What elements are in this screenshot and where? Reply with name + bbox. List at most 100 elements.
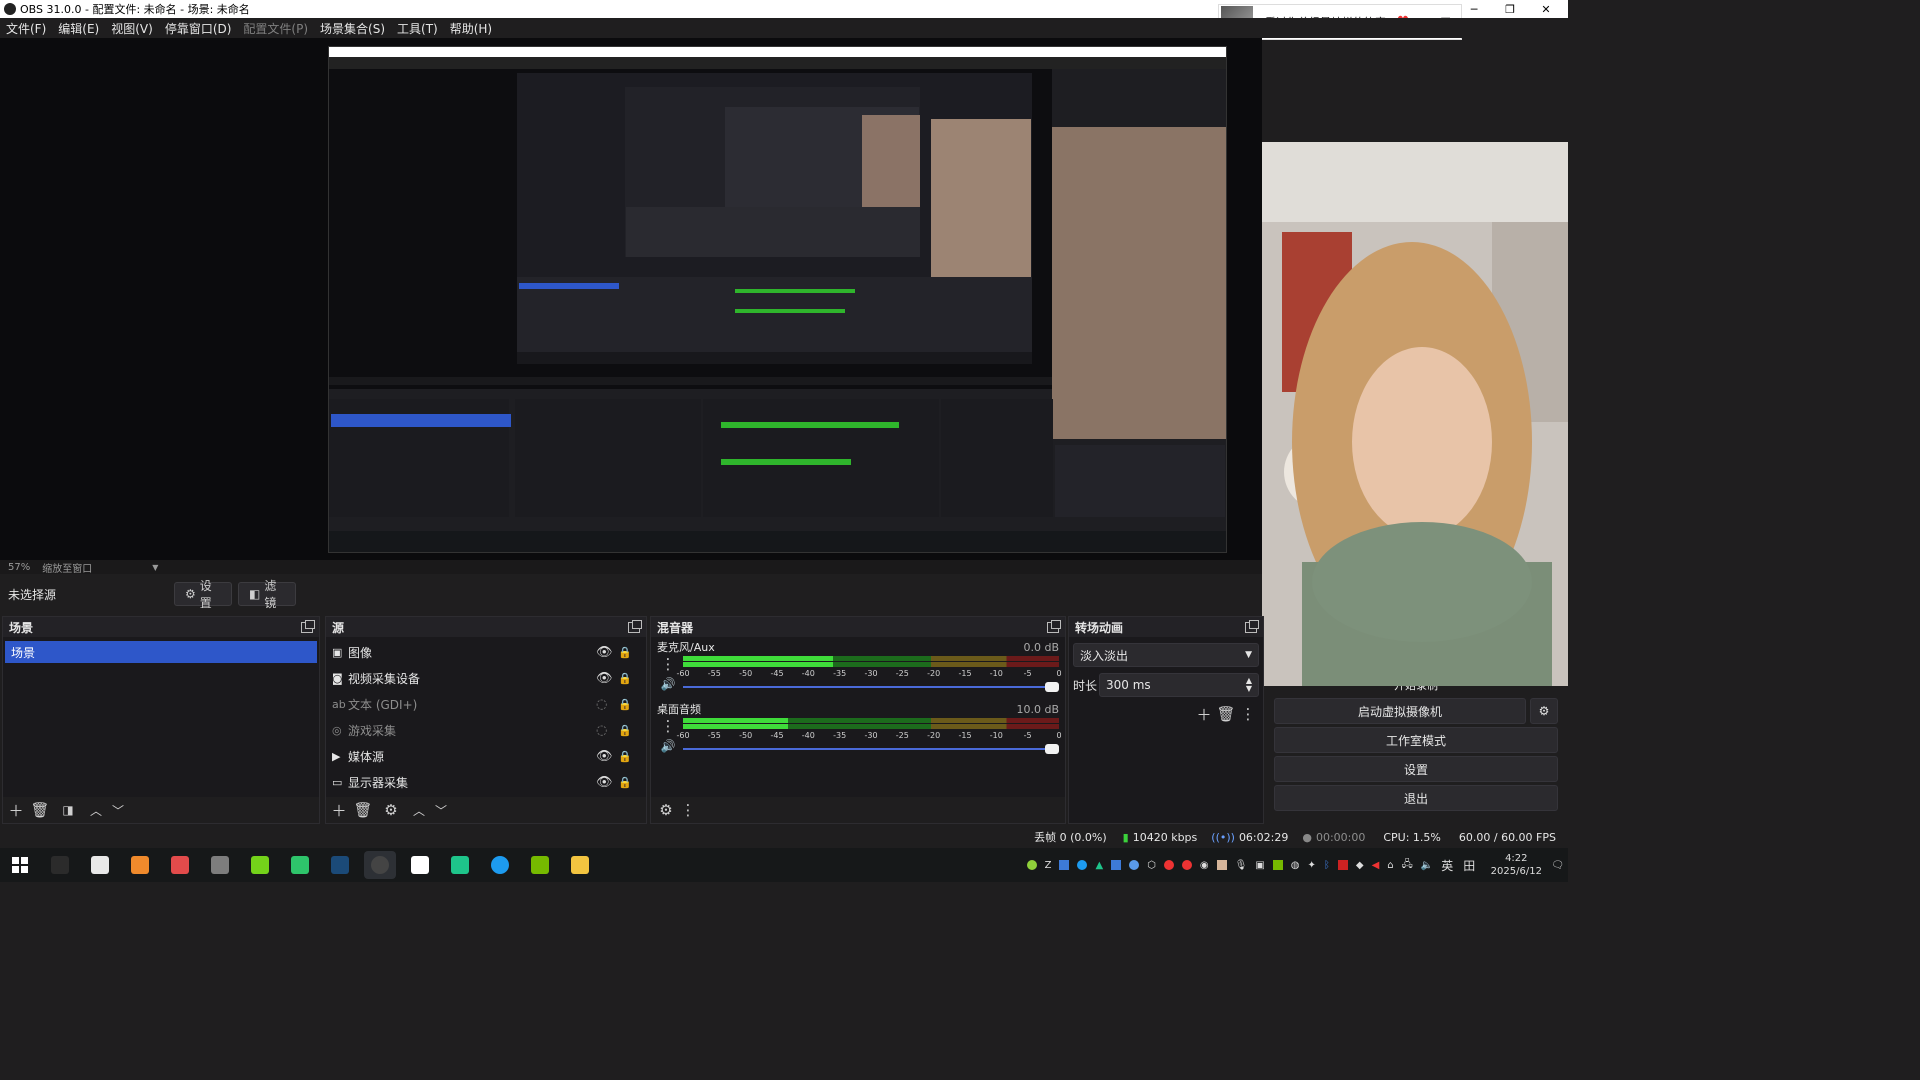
windows-start-icon[interactable] xyxy=(4,851,36,879)
volume-slider[interactable] xyxy=(683,743,1059,755)
qq-icon[interactable] xyxy=(404,851,436,879)
green-tri-icon[interactable] xyxy=(444,851,476,879)
close-button[interactable]: ✕ xyxy=(1528,0,1564,18)
tray-app-icon[interactable] xyxy=(1216,860,1227,870)
notifications-icon[interactable]: 🗨 xyxy=(1551,860,1564,871)
popout-icon[interactable] xyxy=(1245,619,1259,633)
source-item[interactable]: ◎ 游戏采集 ◌ 🔒 xyxy=(326,717,646,743)
exit-button[interactable]: 退出 xyxy=(1274,785,1558,811)
tray-app-icon[interactable] xyxy=(1111,860,1122,870)
trash-icon[interactable]: 🗑 xyxy=(29,799,51,821)
lock-icon[interactable]: 🔒 xyxy=(618,724,646,737)
source-item[interactable]: ◙ 视频采集设备 👁 🔒 xyxy=(326,665,646,691)
nvidia-icon[interactable] xyxy=(524,851,556,879)
steam-icon[interactable] xyxy=(324,851,356,879)
ime-indicator[interactable]: 英 xyxy=(1441,857,1453,874)
duration-spinbox[interactable]: 300 ms ▲ ▼ xyxy=(1099,673,1259,697)
menu-edit[interactable]: 编辑(E) xyxy=(58,20,99,37)
chevron-up-icon[interactable]: ︿ xyxy=(408,799,430,821)
popout-icon[interactable] xyxy=(628,619,642,633)
tray-shield-icon[interactable]: ⬡ xyxy=(1147,860,1156,871)
lock-icon[interactable]: 🔒 xyxy=(618,776,646,789)
menu-docks[interactable]: 停靠窗口(D) xyxy=(165,20,232,37)
tray-app-icon[interactable]: ◀ xyxy=(1372,860,1380,871)
tray-obs-icon[interactable]: ◉ xyxy=(1200,860,1209,871)
menu-view[interactable]: 视图(V) xyxy=(111,20,153,37)
eye-icon[interactable]: 👁 xyxy=(596,645,618,660)
chevron-down-icon[interactable]: ﹀ xyxy=(107,799,129,821)
browser-icon[interactable] xyxy=(124,851,156,879)
restore-button[interactable]: ❐ xyxy=(1492,0,1528,18)
menu-tools[interactable]: 工具(T) xyxy=(397,20,438,37)
tray-mic-icon[interactable]: 🎙 xyxy=(1235,860,1248,871)
source-item[interactable]: ▶ 媒体源 👁 🔒 xyxy=(326,743,646,769)
add-icon[interactable]: ＋ xyxy=(1193,703,1215,725)
unlock-icon[interactable]: 🔒 xyxy=(618,750,646,763)
advanced-audio-icon[interactable]: ⚙ xyxy=(655,799,677,821)
unlock-icon[interactable]: 🔒 xyxy=(618,698,646,711)
tray-tri-icon[interactable]: ▲ xyxy=(1095,860,1103,871)
popout-icon[interactable] xyxy=(301,619,315,633)
tray-app-icon[interactable]: ⌂ xyxy=(1387,860,1393,871)
tray-app-icon[interactable] xyxy=(1129,860,1140,870)
transition-select[interactable]: 淡入淡出 ▼ xyxy=(1073,643,1259,667)
spin-arrows-icon[interactable]: ▲ ▼ xyxy=(1246,677,1252,693)
add-icon[interactable]: ＋ xyxy=(328,799,350,821)
tray-nvidia-icon[interactable] xyxy=(1272,860,1283,870)
chat-icon[interactable] xyxy=(484,851,516,879)
transition-menu-icon[interactable]: ⋮ xyxy=(1237,703,1259,725)
volume-slider[interactable] xyxy=(683,681,1059,693)
chevron-down-icon[interactable]: ﹀ xyxy=(430,799,452,821)
unlock-icon[interactable]: 🔒 xyxy=(618,672,646,685)
folder-icon[interactable] xyxy=(564,851,596,879)
source-filters-button[interactable]: ◧ 滤镜 xyxy=(238,579,296,610)
tray-app-icon[interactable] xyxy=(1026,860,1037,870)
eye-off-icon[interactable]: ◌ xyxy=(596,697,618,712)
eye-off-icon[interactable]: ◌ xyxy=(596,723,618,738)
source-item[interactable]: ▣ 图像 👁 🔒 xyxy=(326,639,646,665)
tray-app-icon[interactable] xyxy=(1337,860,1348,870)
trash-icon[interactable]: 🗑 xyxy=(1215,703,1237,725)
volume-icon[interactable]: 🔈 xyxy=(1421,860,1433,871)
tray-app-icon[interactable] xyxy=(1181,860,1192,870)
add-icon[interactable]: ＋ xyxy=(5,799,27,821)
tray-app-icon[interactable]: ▣ xyxy=(1255,860,1264,871)
taskview-icon[interactable] xyxy=(44,851,76,879)
eye-icon[interactable]: 👁 xyxy=(596,671,618,686)
source-item[interactable]: ab 文本 (GDI+) ◌ 🔒 xyxy=(326,691,646,717)
popout-icon[interactable] xyxy=(1047,619,1061,633)
tool-icon[interactable] xyxy=(204,851,236,879)
obs-icon[interactable] xyxy=(364,851,396,879)
menu-file[interactable]: 文件(F) xyxy=(6,20,46,37)
zoom-dropdown-icon[interactable]: ▼ xyxy=(152,563,158,572)
slider-knob[interactable] xyxy=(1045,744,1059,754)
trash-icon[interactable]: 🗑 xyxy=(352,799,374,821)
tray-z-icon[interactable]: Z xyxy=(1045,860,1052,871)
tray-app-icon[interactable]: ◆ xyxy=(1356,860,1364,871)
emu-icon[interactable] xyxy=(244,851,276,879)
ime-mode-icon[interactable]: 田 xyxy=(1463,857,1475,874)
tray-app-icon[interactable] xyxy=(1059,860,1070,870)
scene-filter-icon[interactable]: ◨ xyxy=(57,799,79,821)
gear-icon[interactable]: ⚙ xyxy=(1530,698,1558,724)
eye-icon[interactable]: 👁 xyxy=(596,749,618,764)
unlock-icon[interactable]: 🔒 xyxy=(618,646,646,659)
bluetooth-icon[interactable]: ᛒ xyxy=(1324,860,1330,871)
virtual-camera-button[interactable]: 启动虚拟摄像机 xyxy=(1274,698,1526,724)
zlibrary-icon[interactable] xyxy=(84,851,116,879)
start-recording-button[interactable]: 开始录制 xyxy=(1268,686,1564,696)
tray-chat-icon[interactable] xyxy=(1077,860,1088,870)
slider-knob[interactable] xyxy=(1045,682,1059,692)
scene-item[interactable]: 场景 xyxy=(5,641,317,663)
network-icon[interactable]: 🖧 xyxy=(1402,857,1413,874)
aircraft-icon[interactable] xyxy=(284,851,316,879)
eye-icon[interactable]: 👁 xyxy=(596,775,618,790)
gear-icon[interactable]: ⚙ xyxy=(380,799,402,821)
tray-app-icon[interactable] xyxy=(1163,860,1174,870)
tray-steam-icon[interactable]: ◍ xyxy=(1291,860,1300,871)
mixer-menu-icon[interactable]: ⋮ xyxy=(677,799,699,821)
menu-scene-collection[interactable]: 场景集合(S) xyxy=(320,20,385,37)
zoom-mode[interactable]: 缩放至窗口 xyxy=(42,560,92,575)
source-item[interactable]: ▭ 显示器采集 👁 🔒 xyxy=(326,769,646,795)
menu-help[interactable]: 帮助(H) xyxy=(450,20,492,37)
